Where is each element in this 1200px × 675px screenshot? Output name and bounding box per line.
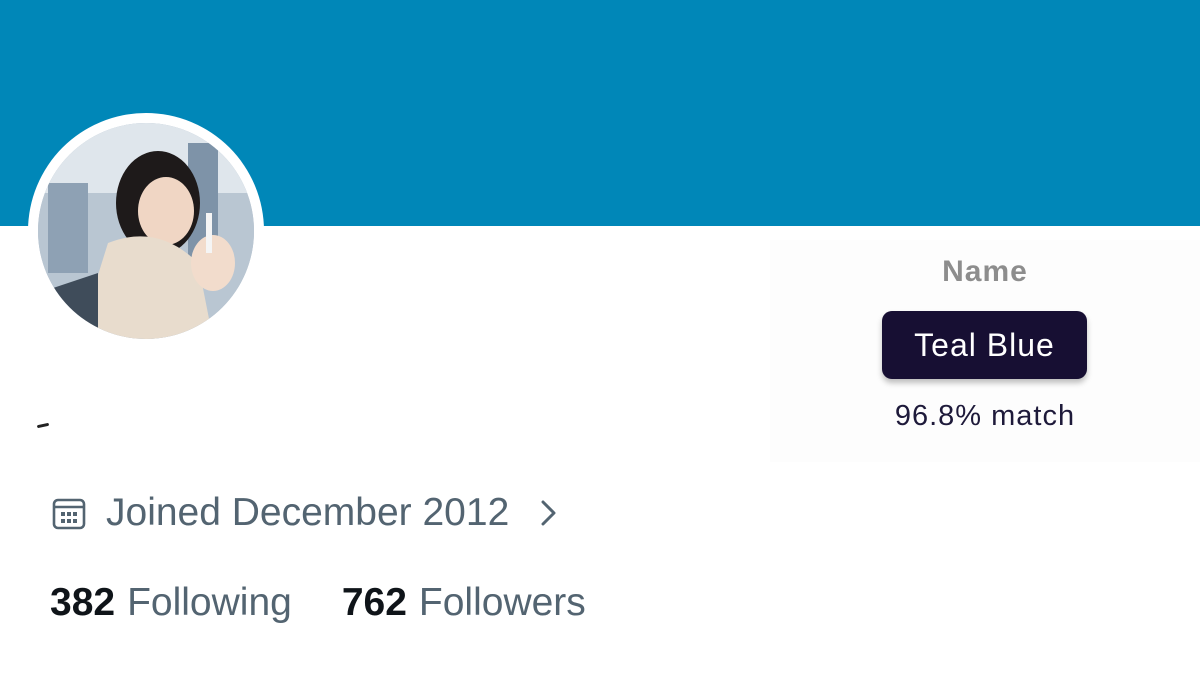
- joined-date-row[interactable]: Joined December 2012: [52, 488, 559, 538]
- calendar-icon: [52, 498, 86, 530]
- follow-stats: 382 Following 762 Followers: [50, 578, 636, 628]
- following-count: 382: [50, 581, 116, 624]
- avatar-photo: [38, 123, 254, 339]
- chevron-right-icon[interactable]: [539, 498, 559, 528]
- color-name-label: Name: [942, 255, 1028, 288]
- stray-mark: [36, 422, 50, 429]
- avatar[interactable]: [28, 113, 264, 349]
- joined-date-text: Joined December 2012: [106, 491, 510, 534]
- followers-link[interactable]: 762 Followers: [342, 581, 586, 625]
- followers-count: 762: [341, 581, 407, 624]
- avatar-photo-illustration: [38, 123, 254, 339]
- color-name-pill: Teal Blue: [882, 311, 1087, 379]
- followers-label: Followers: [418, 581, 586, 624]
- following-label: Following: [127, 581, 292, 624]
- following-link[interactable]: 382 Following: [50, 581, 292, 625]
- match-percentage: 96.8% match: [894, 400, 1076, 432]
